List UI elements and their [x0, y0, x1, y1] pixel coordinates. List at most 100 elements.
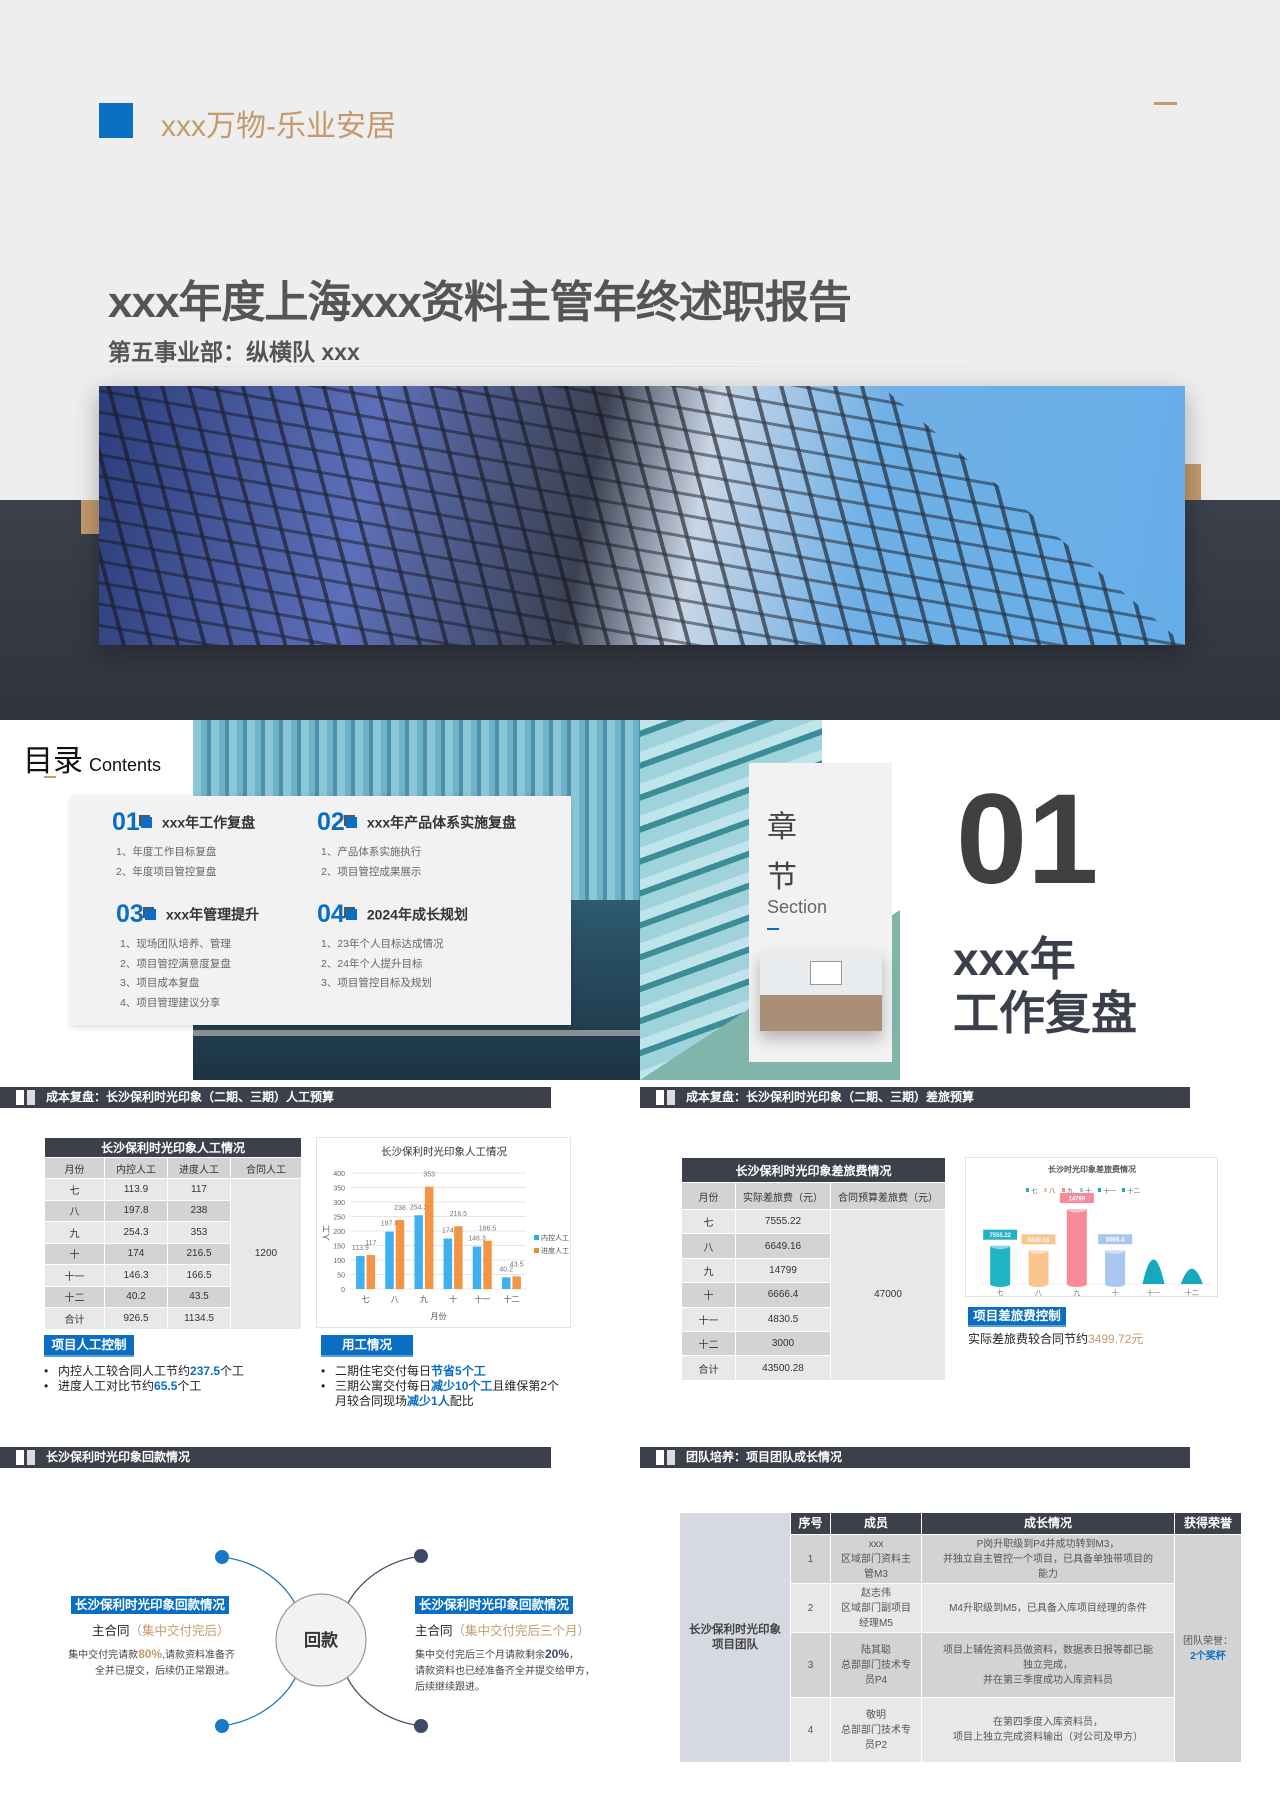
cell-growth: 项目上辅佐资料员做资料，数据表日报等都已能 独立完成， 并在第三季度成功入库资料员 [921, 1632, 1175, 1698]
col-header: 合同预算差旅费（元） [829, 1182, 947, 1210]
usage-label: 用工情况 [321, 1335, 413, 1357]
desc-text: 集中交付完请款 [68, 1650, 139, 1661]
x-tick-label: 八 [391, 1295, 399, 1304]
dot-marker [414, 1719, 428, 1733]
member-line: 区域部门副项目 [841, 1602, 911, 1614]
legend-label: 十二 [1127, 1186, 1141, 1195]
cell: 254.3 [104, 1221, 168, 1244]
divider [99, 366, 1149, 367]
bar [414, 1215, 423, 1289]
growth-line: 并在第三季度成功入库资料员 [983, 1674, 1113, 1686]
connector-line [221, 1556, 299, 1611]
x-tick-label: 十一 [1147, 1288, 1161, 1297]
member-line: 总部部门技术专 [841, 1659, 911, 1671]
legend-label: 内控人工 [541, 1233, 569, 1242]
cell: 七 [681, 1208, 736, 1235]
square-icon [144, 909, 156, 920]
col-header: 月份 [44, 1157, 105, 1179]
cell-no: 4 [790, 1697, 831, 1763]
x-tick-label: 十 [1112, 1288, 1119, 1297]
legend-swatch [1026, 1188, 1029, 1192]
cell: 113.9 [104, 1178, 168, 1201]
member-line: 区域部门资料主 [841, 1553, 911, 1565]
toc-section-04[interactable]: 04 2024年成长规划 1、23年个人目标达成情况 2、24年个人提升目标 3、项目… [317, 900, 468, 994]
member-line: 敬明 [866, 1709, 886, 1721]
bar [472, 1246, 482, 1289]
contract-right: 主合同（集中交付完后三个月） [415, 1620, 590, 1639]
data-label: 43.5 [510, 1261, 524, 1268]
dot-marker [215, 1719, 229, 1733]
bar [366, 1255, 376, 1289]
cylinder-base [1028, 1281, 1049, 1287]
cell: 八 [681, 1233, 736, 1259]
section-number: 03 [116, 900, 144, 928]
note-text: 实际差旅费较合同节约 [968, 1332, 1089, 1346]
contract-note: （集中交付完后三个月） [452, 1624, 591, 1638]
travel-chart: 长沙时光印象差旅费情况七八九十十一 十二 7555.22 七 6649.16 八 14799… [965, 1157, 1218, 1297]
desc-line: 集中交付完请款80%,请款资料准备齐 [68, 1646, 235, 1664]
member-line: 陆其聪 [861, 1644, 891, 1656]
growth-line: 并独立自主管控一个项目，已具备单独带项目的 [943, 1553, 1153, 1565]
desc-text: ,请款资料准备齐 [162, 1650, 235, 1661]
cell-growth: M4升职级到M5，已具备入库项目经理的条件 [921, 1583, 1175, 1633]
data-label: 216.5 [450, 1211, 468, 1218]
team-name: 长沙保利时光印象 [689, 1623, 781, 1636]
data-label: 146.3 [468, 1236, 486, 1243]
y-tick-label: 350 [333, 1186, 345, 1193]
cell: 166.5 [167, 1264, 231, 1287]
contents-title: 目录 Contents [23, 736, 161, 780]
toc-item: 3、项目成本复盘 [120, 977, 200, 989]
cell: 174 [104, 1242, 168, 1265]
desc-line: 请款资料也已经准备齐全并提交给甲方， [415, 1666, 595, 1677]
cylinder-base [1066, 1281, 1087, 1287]
col-header: 合同人工 [229, 1157, 303, 1179]
bar [395, 1219, 405, 1289]
header-text: 成本复盘：长沙保利时光印象（二期、三期）人工预算 [46, 1090, 335, 1104]
bar-icon [667, 1450, 675, 1465]
bullet-text: 个工 [220, 1364, 245, 1378]
honor-cell: 团队荣誉： 2个奖杯 [1174, 1534, 1242, 1763]
data-label: 6649.16 [1028, 1238, 1050, 1244]
header-text: 成本复盘：长沙保利时光印象（二期、三期）差旅预算 [686, 1090, 975, 1104]
table-row: 七 113.9 117 1200 [44, 1178, 303, 1330]
data-label: 174 [442, 1228, 454, 1235]
bar-icon [656, 1090, 664, 1105]
cell-member: 赵志伟 区域部门副项目 经理M5 [830, 1583, 922, 1633]
x-tick-label: 十二 [1185, 1288, 1199, 1297]
y-tick-label: 200 [333, 1229, 345, 1236]
toc-item: 2、项目管控成果展示 [321, 865, 422, 878]
data-label: 353 [423, 1172, 435, 1179]
cone-bar [1180, 1268, 1203, 1284]
connector-line [344, 1671, 422, 1727]
toc-item: 2、24年个人提升目标 [321, 957, 423, 970]
toc-item: 1、年度工作目标复盘 [116, 846, 217, 858]
desk-edge [193, 1030, 640, 1036]
bar-icon [16, 1090, 24, 1105]
team-name-cell: 长沙保利时光印象 项目团队 [679, 1512, 791, 1763]
toc-section-01[interactable]: 01 xxx年工作复盘 1、年度工作目标复盘 2、年度项目管控复盘 [112, 808, 255, 882]
desc-line: 后续继续跟进。 [415, 1682, 485, 1693]
growth-line: 独立完成， [1023, 1659, 1073, 1671]
cylinder-bar [1105, 1250, 1126, 1284]
cover-title: xxx年度上海xxx资料主管年终述职报告 [108, 278, 852, 327]
cell: 926.5 [104, 1307, 168, 1330]
team-table: 长沙保利时光印象 项目团队 序号 成员 成长情况 获得荣誉 1 xxx 区域部门资料主 管M3… [679, 1512, 1242, 1763]
contract-cell: 1200 [229, 1178, 303, 1330]
cell: 43.5 [167, 1285, 231, 1308]
gold-dash [44, 776, 56, 778]
labor-chart: 长沙保利时光印象人工情况 0 50 100 150 200 250 300 350 400 113.… [316, 1137, 571, 1328]
cone-bar [1142, 1259, 1165, 1284]
section-label: 2024年成长规划 [366, 906, 468, 923]
y-tick-label: 100 [333, 1258, 345, 1265]
chapter-slide: 章 节 Section 01 xxx年 工作复盘 [640, 720, 1280, 1080]
toc-section-02[interactable]: 02 xxx年产品体系实施复盘 1、产品体系实施执行 2、项目管控成果展示 [317, 808, 516, 882]
cell: 十二 [681, 1330, 736, 1357]
section-header-travel: 成本复盘：长沙保利时光印象（二期、三期）差旅预算 [640, 1087, 1190, 1108]
chart-title: 长沙保利时光印象人工情况 [381, 1145, 507, 1158]
dot-marker [414, 1549, 428, 1563]
travel-control-label: 项目差旅费控制 [968, 1307, 1066, 1327]
toc-section-03[interactable]: 03 xxx年管理提升 1、现场团队培养、管理 2、项目管控满意度复盘 3、项目成本复… [116, 900, 259, 1013]
labor-table: 长沙保利时光印象人工情况 月份 内控人工 进度人工 合同人工 七 113.9 117 120… [43, 1137, 303, 1330]
data-label: 166.5 [479, 1226, 497, 1233]
data-label: 197.8 [381, 1221, 399, 1228]
